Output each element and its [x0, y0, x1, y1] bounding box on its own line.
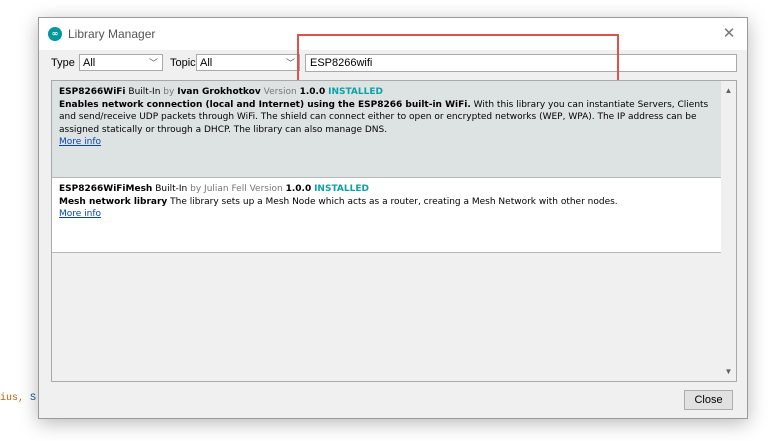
library-version: 1.0.0 — [285, 184, 312, 194]
library-author: Ivan Grokhotkov — [177, 87, 261, 97]
chevron-down-icon: ﹀ — [148, 58, 158, 68]
background-editor-text: ius, S — [0, 393, 37, 404]
list-scrollbar[interactable]: ▲ ▼ — [721, 81, 736, 381]
topic-select-value: All — [200, 57, 213, 69]
topic-label: Topic — [170, 57, 196, 69]
library-builtin: Built-In — [128, 87, 161, 97]
library-name: ESP8266WiFiMesh — [59, 184, 153, 194]
library-status: INSTALLED — [328, 87, 383, 97]
chevron-down-icon[interactable]: ▼ — [721, 364, 736, 379]
library-status: INSTALLED — [314, 184, 369, 194]
library-builtin: Built-In — [155, 184, 188, 194]
library-description: The library sets up a Mesh Node which ac… — [170, 196, 618, 207]
library-version-label: Version — [263, 87, 297, 97]
library-name: ESP8266WiFi — [59, 87, 126, 97]
close-button[interactable]: Close — [684, 390, 733, 410]
more-info-link[interactable]: More info — [59, 209, 101, 219]
library-item-esp8266wifi[interactable]: ESP8266WiFi Built-In by Ivan Grokhotkov … — [52, 81, 722, 178]
library-list: ESP8266WiFi Built-In by Ivan Grokhotkov … — [51, 80, 737, 382]
library-by: by — [163, 87, 175, 97]
library-summary: Mesh network library — [59, 196, 168, 207]
type-select-value: All — [83, 57, 96, 69]
chevron-down-icon: ﹀ — [285, 58, 295, 68]
filter-bar: Type All ﹀ Topic All ﹀ ESP8266wifi — [39, 53, 747, 75]
library-manager-dialog: ∞ Library Manager ✕ Type All ﹀ Topic All… — [38, 17, 748, 419]
library-item-esp8266wifimesh[interactable]: ESP8266WiFiMesh Built-In by Julian Fell … — [52, 178, 722, 253]
chevron-up-icon[interactable]: ▲ — [721, 83, 736, 98]
search-input-value: ESP8266wifi — [310, 57, 373, 69]
type-select[interactable]: All ﹀ — [79, 54, 163, 71]
window-title: Library Manager — [68, 27, 156, 41]
search-input[interactable]: ESP8266wifi — [305, 54, 737, 72]
library-version-label: Version — [249, 184, 283, 194]
more-info-link[interactable]: More info — [59, 137, 101, 147]
type-label: Type — [51, 57, 75, 69]
library-by: by — [190, 184, 202, 194]
close-icon[interactable]: ✕ — [719, 24, 739, 44]
topic-select[interactable]: All ﹀ — [196, 54, 300, 71]
title-bar: ∞ Library Manager ✕ — [39, 18, 747, 50]
library-author: Julian Fell — [204, 184, 247, 194]
arduino-logo-icon: ∞ — [48, 27, 62, 41]
library-version: 1.0.0 — [299, 87, 326, 97]
library-summary: Enables network connection (local and In… — [59, 99, 471, 110]
